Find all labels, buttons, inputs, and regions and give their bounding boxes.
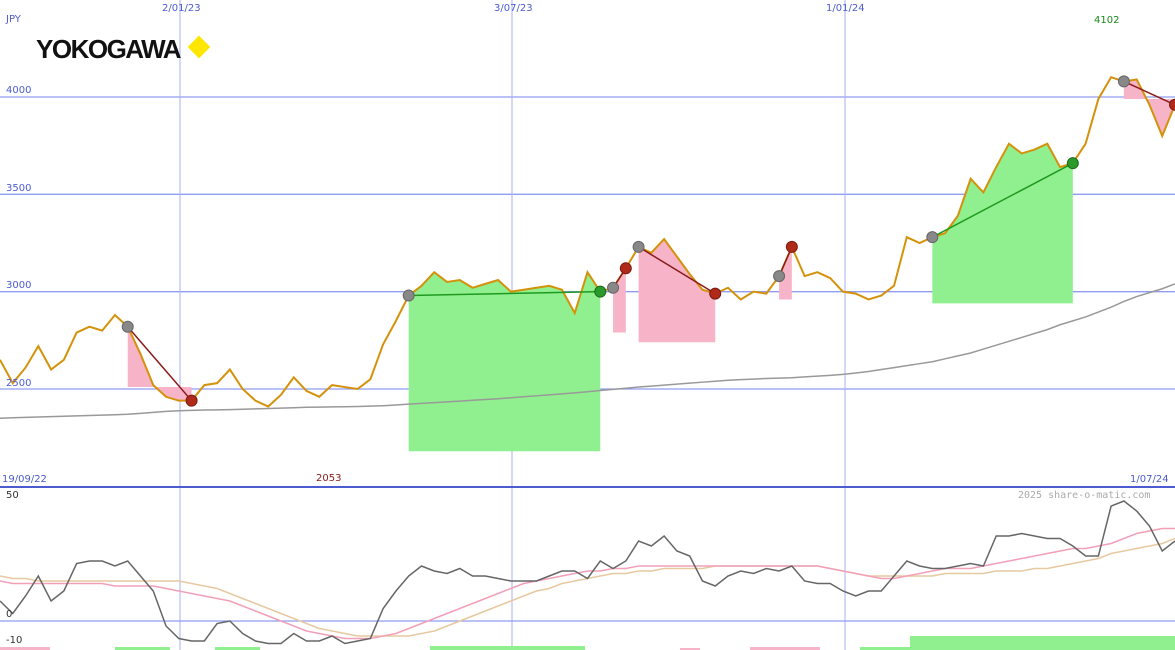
- date-label-top-1: 2/01/23: [162, 3, 201, 14]
- price-chart: [0, 0, 1175, 650]
- date-label-top-2: 3/07/23: [494, 3, 533, 14]
- trade-entry-marker-5: [926, 231, 939, 244]
- indicator-tick-50: 50: [6, 490, 19, 501]
- trade-exit-marker-1: [594, 285, 607, 298]
- trade-exit-marker-2: [619, 262, 632, 275]
- watermark: 2025 share-o-matic.com: [1018, 490, 1151, 501]
- volume-bar-3: [430, 646, 585, 650]
- high-price-label: 4102: [1094, 15, 1120, 26]
- trade-entry-marker-1: [402, 289, 415, 302]
- company-logo: YOKOGAWA: [36, 34, 182, 64]
- date-label-end: 1/07/24: [1130, 474, 1169, 485]
- date-label-top-3: 1/01/24: [826, 3, 865, 14]
- trade-exit-marker-0: [185, 394, 198, 407]
- date-label-start: 19/09/22: [2, 474, 47, 485]
- trade-entry-marker-4: [773, 270, 786, 283]
- trade-exit-marker-5: [1066, 157, 1079, 170]
- trade-area-6: [1123, 79, 1175, 136]
- indicator-tick-minus10: -10: [6, 635, 23, 646]
- trade-entry-marker-2: [607, 281, 620, 294]
- indicator-line-1: [0, 527, 1175, 640]
- trade-area-1: [408, 272, 601, 452]
- trade-entry-marker-6: [1117, 75, 1130, 88]
- trade-entry-marker-3: [632, 240, 645, 253]
- trade-entry-marker-0: [121, 320, 134, 333]
- y-tick-3000: 3000: [6, 280, 32, 291]
- trade-exit-marker-4: [785, 240, 798, 253]
- indicator-line-2: [0, 500, 1175, 645]
- y-tick-2500: 2500: [6, 378, 32, 389]
- currency-label: JPY: [6, 14, 21, 25]
- indicator-tick-0: 0: [6, 609, 13, 620]
- y-tick-4000: 4000: [6, 85, 32, 96]
- y-tick-3500: 3500: [6, 183, 32, 194]
- low-price-label: 2053: [316, 473, 342, 484]
- volume-bar-7: [910, 636, 1175, 650]
- trade-exit-marker-3: [709, 287, 722, 300]
